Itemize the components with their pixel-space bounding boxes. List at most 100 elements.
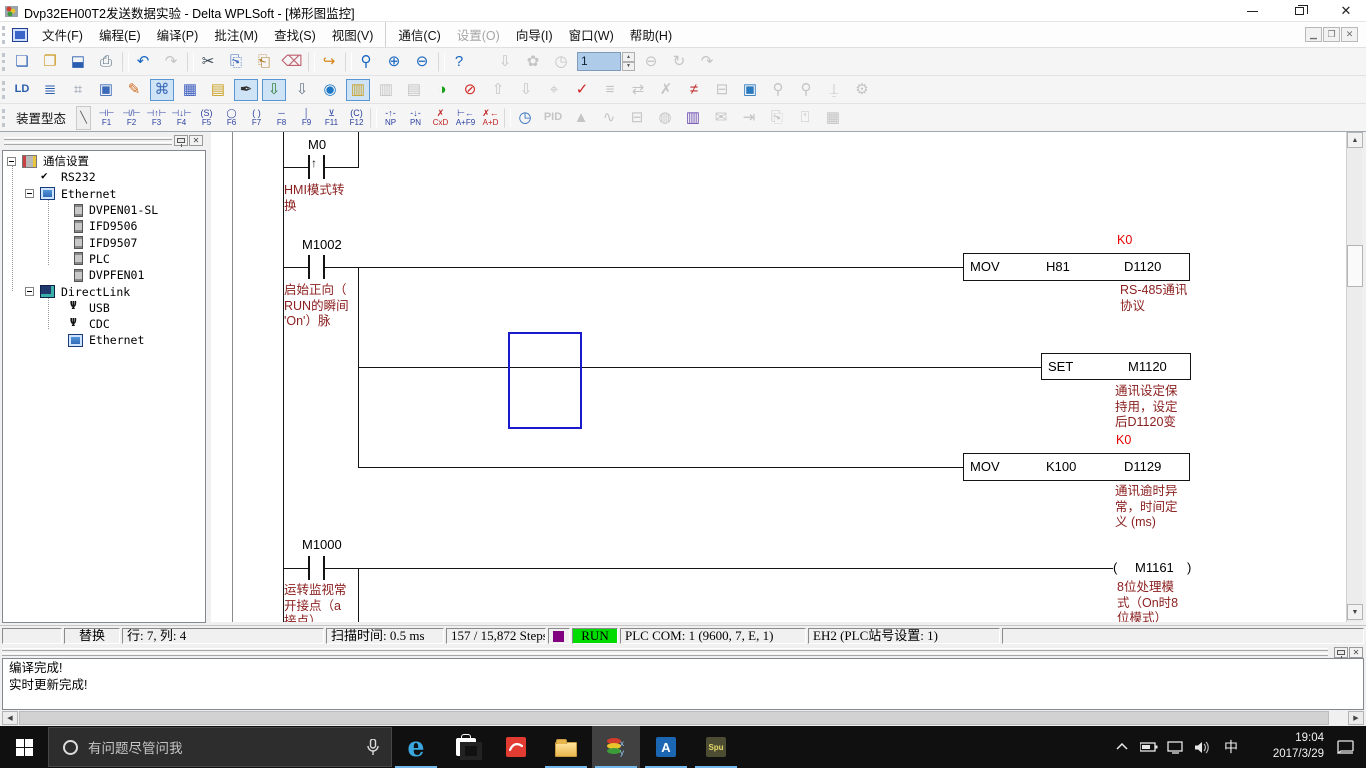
editkey-insert-row-button[interactable]: ⊢← A+F9 xyxy=(454,106,477,130)
set-instruction-box[interactable]: SET M1120 xyxy=(1041,353,1191,380)
toolbar2-find-m-icon[interactable]: ⚲ xyxy=(766,79,790,101)
menu-compile[interactable]: 编译(P) xyxy=(149,22,207,47)
menu-help[interactable]: 帮助(H) xyxy=(622,22,680,47)
tree-item-rs232[interactable]: RS232 xyxy=(3,169,205,185)
toolbar1-erase[interactable]: ⌫ xyxy=(280,51,304,73)
tree-item-dvpfen01[interactable]: DVPFEN01 xyxy=(3,267,205,283)
editkey-delete-row-button[interactable]: ✗← A+D xyxy=(479,106,502,130)
toolbar2-image-view-icon[interactable]: ▣ xyxy=(738,79,762,101)
toolbar3-layer-tool-icon[interactable]: ⊟ xyxy=(625,107,649,129)
line-tool-button[interactable]: ╲ xyxy=(76,106,91,130)
close-button[interactable]: ✕ xyxy=(1326,0,1366,22)
toolbar2-ladder-mode-icon[interactable]: LD xyxy=(10,79,34,101)
output-grip[interactable] xyxy=(2,648,1328,651)
toolbar2-compare-x-icon[interactable]: ✗ xyxy=(654,79,678,101)
toolbar3-timer-tool-icon[interactable]: ◷ xyxy=(513,107,537,129)
toolbar2-run-icon[interactable]: ◑ xyxy=(430,79,454,101)
output-horizontal-scrollbar[interactable]: ◀ ▶ xyxy=(2,711,1364,725)
output-grip2[interactable] xyxy=(2,653,1328,656)
tree-item-ethernet[interactable]: Ethernet xyxy=(3,186,205,202)
toolbar2-gear-setup-icon[interactable]: ⚙ xyxy=(850,79,874,101)
step-counter-input[interactable]: 1 xyxy=(577,52,621,71)
toolbar3-curve-tool-icon[interactable]: ∿ xyxy=(597,107,621,129)
toolbar3-grid-block-icon[interactable]: ▦ xyxy=(821,107,845,129)
toolbar2-network-tree-icon[interactable]: ⍊ xyxy=(822,79,846,101)
tray-clock[interactable]: 19:04 2017/3/29 xyxy=(1258,730,1324,762)
toolbar1-zoom-in[interactable]: ⊕ xyxy=(382,51,406,73)
menu-search[interactable]: 查找(S) xyxy=(266,22,324,47)
tree-item-cdc[interactable]: CDC xyxy=(3,316,205,332)
toolbar1-cut[interactable]: ✂ xyxy=(196,51,220,73)
tray-volume-icon[interactable] xyxy=(1188,726,1216,768)
toolbar2-code-check-icon[interactable]: ✓ xyxy=(570,79,594,101)
toolbar2-device-monitor-icon[interactable]: ◉ xyxy=(318,79,342,101)
taskbar-spu[interactable]: Spu xyxy=(692,726,740,768)
editkey-pn-pulse-button[interactable]: -↓- PN xyxy=(404,106,427,130)
spinner-up-icon[interactable]: ▲ xyxy=(622,52,635,62)
toolbar1-sep5[interactable] xyxy=(438,52,445,72)
mov2-instruction-box[interactable]: MOV K100 D1129 xyxy=(963,453,1190,481)
rung2-contact-bar-left[interactable] xyxy=(308,255,310,279)
toolbar3-grip[interactable] xyxy=(2,109,7,127)
coil-label[interactable]: M1161 xyxy=(1135,560,1174,575)
toolbar2-pc-to-plc-icon[interactable]: ⇧ xyxy=(486,79,510,101)
cortana-search-input[interactable]: 有问题尽管问我 xyxy=(48,727,392,767)
toolbar3-pid-tool-icon[interactable]: PID xyxy=(541,107,565,129)
fkey-v-line-button[interactable]: │ F9 xyxy=(295,106,318,130)
toolbar1-find[interactable]: ⚲ xyxy=(354,51,378,73)
toolbar2-stop-icon[interactable]: ⊘ xyxy=(458,79,482,101)
editkey-delete-vline-button[interactable]: ✗ CxD xyxy=(429,106,452,130)
minimize-button[interactable] xyxy=(1232,0,1272,22)
toolbar2-edit-mode-icon[interactable]: ✎ xyxy=(122,79,146,101)
toolbar1-filter[interactable]: ⇩ xyxy=(493,51,517,73)
tray-chevron-up-icon[interactable] xyxy=(1110,726,1134,768)
rung1-contact-bar-left[interactable] xyxy=(308,155,310,179)
toolbar3-module-tool-icon[interactable]: ▥ xyxy=(681,107,705,129)
output-close-button[interactable]: ✕ xyxy=(1349,647,1363,658)
tree-item-directlink[interactable]: DirectLink xyxy=(3,283,205,299)
fkey-out-coil-button[interactable]: ◯ F6 xyxy=(220,106,243,130)
toolbar3-step-to-icon[interactable]: ⇥ xyxy=(737,107,761,129)
toolbar2-device-table-icon[interactable]: ▦ xyxy=(178,79,202,101)
fkey-inverse-button[interactable]: ⊻ F11 xyxy=(320,106,343,130)
toolbar3-mail-tool-icon[interactable]: ✉ xyxy=(709,107,733,129)
selection-cursor-box[interactable] xyxy=(508,332,582,429)
toolbar1-gap1[interactable] xyxy=(475,51,489,73)
tree-item-dvpen01-sl[interactable]: DVPEN01-SL xyxy=(3,202,205,218)
scroll-right-icon[interactable]: ▶ xyxy=(1348,711,1364,725)
toolbar2-write-monitor-icon[interactable]: ✒ xyxy=(234,79,258,101)
toolbar3-list-block-icon[interactable]: ⍞ xyxy=(793,107,817,129)
toolbar1-redo[interactable]: ↷ xyxy=(159,51,183,73)
toolbar1-undo[interactable]: ↶ xyxy=(131,51,155,73)
fkey-contact-no-button[interactable]: ⊣⊢ F1 xyxy=(95,106,118,130)
taskbar-file-explorer[interactable] xyxy=(542,726,590,768)
tree-item-ifd9506[interactable]: IFD9506 xyxy=(3,218,205,234)
tree-expand-directlink[interactable] xyxy=(25,287,34,296)
toolbar1-open[interactable]: ❐ xyxy=(38,51,62,73)
toolbar2-download-icon[interactable]: ⇩ xyxy=(262,79,286,101)
toolbar2-document-icon[interactable]: ▤ xyxy=(402,79,426,101)
menu-wizard[interactable]: 向导(I) xyxy=(508,22,561,47)
toolbar1-goto[interactable]: ↪ xyxy=(317,51,341,73)
toolbar1-help[interactable]: ? xyxy=(447,51,471,73)
toolbar1-save[interactable]: ⬓ xyxy=(66,51,90,73)
fkey-contact-nc-button[interactable]: ⊣/⊢ F2 xyxy=(120,106,143,130)
toolbar2-sfc-mode-icon[interactable]: ⌗ xyxy=(66,79,90,101)
menubar-grip[interactable] xyxy=(2,26,7,44)
menu-file[interactable]: 文件(F) xyxy=(34,22,91,47)
mdi-minimize-button[interactable]: ▁ xyxy=(1305,27,1322,42)
horizontal-scroll-thumb[interactable] xyxy=(19,711,1329,725)
toolbar3-app-wizard-icon[interactable]: ▲ xyxy=(569,107,593,129)
restore-button[interactable] xyxy=(1279,0,1319,22)
toolbar2-io-list-icon[interactable]: ≠ xyxy=(682,79,706,101)
scroll-up-icon[interactable]: ▲ xyxy=(1347,132,1363,148)
taskbar-store[interactable] xyxy=(442,726,490,768)
toolbar1-sep1[interactable] xyxy=(122,52,129,72)
toolbar1-print[interactable]: ⎙ xyxy=(94,51,118,73)
menu-view[interactable]: 视图(V) xyxy=(324,22,382,47)
toolbar2-grip[interactable] xyxy=(2,81,7,99)
menu-program[interactable]: 编程(E) xyxy=(91,22,149,47)
toolbar1-sep4[interactable] xyxy=(345,52,352,72)
toolbar1-paste[interactable]: ⎗ xyxy=(252,51,276,73)
vertical-scroll-thumb[interactable] xyxy=(1347,245,1363,287)
